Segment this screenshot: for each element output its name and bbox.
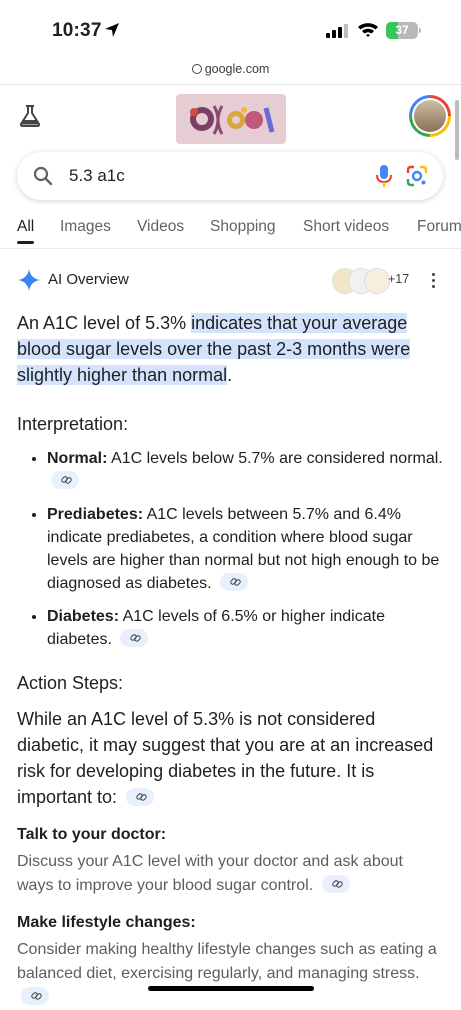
tab-videos[interactable]: Videos (137, 218, 184, 236)
cellular-icon (326, 24, 348, 38)
gemini-sparkle-icon (18, 269, 40, 291)
item-term: Diabetes: (47, 608, 120, 625)
step-text: Consider making healthy lifestyle change… (17, 938, 443, 1010)
wifi-icon (358, 23, 378, 37)
url-domain: google.com (204, 62, 270, 76)
google-lens-icon[interactable] (406, 165, 428, 187)
google-doodle[interactable] (176, 94, 286, 144)
tab-shopping[interactable]: Shopping (210, 218, 276, 236)
url-bar[interactable]: google.com (0, 62, 461, 76)
search-tabs: All Images Videos Shopping Short videos … (17, 218, 461, 244)
interpretation-heading: Interpretation: (17, 414, 129, 434)
item-term: Normal: (47, 450, 108, 467)
interpretation-list: Normal: A1C levels below 5.7% are consid… (17, 447, 443, 651)
scrollbar[interactable] (455, 100, 459, 160)
step-body: Consider making healthy lifestyle change… (17, 941, 437, 982)
link-icon[interactable] (51, 471, 79, 489)
clock: 10:37 (52, 20, 102, 41)
profile-photo (414, 100, 446, 132)
battery-icon: 37 (386, 22, 421, 39)
location-arrow-icon (105, 23, 119, 37)
search-icon (33, 166, 53, 186)
sources-count[interactable]: +17 (388, 272, 409, 286)
ai-overview-label: AI Overview (48, 271, 129, 288)
mic-icon[interactable] (374, 164, 394, 188)
step-title: Make lifestyle changes: (17, 914, 196, 931)
search-box[interactable]: 5.3 a1c (17, 152, 443, 200)
account-avatar[interactable] (409, 95, 451, 137)
tab-forum[interactable]: Forum (417, 218, 461, 236)
ai-overview-summary: An A1C level of 5.3% indicates that your… (17, 310, 443, 388)
divider (0, 84, 461, 85)
link-icon[interactable] (126, 788, 155, 806)
item-term: Prediabetes: (47, 506, 144, 523)
link-icon[interactable] (220, 573, 249, 591)
action-steps-text: While an A1C level of 5.3% is not consid… (17, 706, 443, 810)
tab-short-videos[interactable]: Short videos (303, 218, 389, 236)
status-bar: 10:37 37 (0, 0, 461, 60)
list-item: Diabetes: A1C levels of 6.5% or higher i… (47, 605, 443, 651)
list-item: Normal: A1C levels below 5.7% are consid… (47, 447, 443, 493)
item-text: A1C levels below 5.7% are considered nor… (107, 450, 443, 467)
search-input[interactable]: 5.3 a1c (69, 166, 125, 186)
tab-images[interactable]: Images (60, 218, 111, 236)
battery-level: 37 (395, 23, 409, 37)
action-text: While an A1C level of 5.3% is not consid… (17, 709, 434, 807)
summary-end: . (227, 365, 233, 385)
source-favicon[interactable] (364, 268, 390, 294)
ai-overview-body: An A1C level of 5.3% indicates that your… (17, 310, 443, 1010)
labs-flask-icon[interactable] (18, 104, 42, 128)
step-text: Discuss your A1C level with your doctor … (17, 850, 443, 898)
list-item: Prediabetes: A1C levels between 5.7% and… (47, 503, 443, 595)
step-title: Talk to your doctor: (17, 826, 167, 843)
ai-overview-header: AI Overview +17 (18, 268, 448, 294)
action-steps-heading: Action Steps: (17, 673, 124, 693)
tab-all[interactable]: All (17, 218, 35, 244)
lock-icon (191, 64, 202, 74)
doodle-art (184, 98, 280, 144)
link-icon[interactable] (21, 987, 49, 1005)
home-indicator[interactable] (148, 986, 314, 991)
summary-text: An A1C level of 5.3% (17, 313, 192, 333)
link-icon[interactable] (321, 875, 350, 893)
link-icon[interactable] (120, 629, 149, 647)
more-vert-icon[interactable] (428, 270, 438, 288)
tabs-divider (0, 248, 461, 249)
